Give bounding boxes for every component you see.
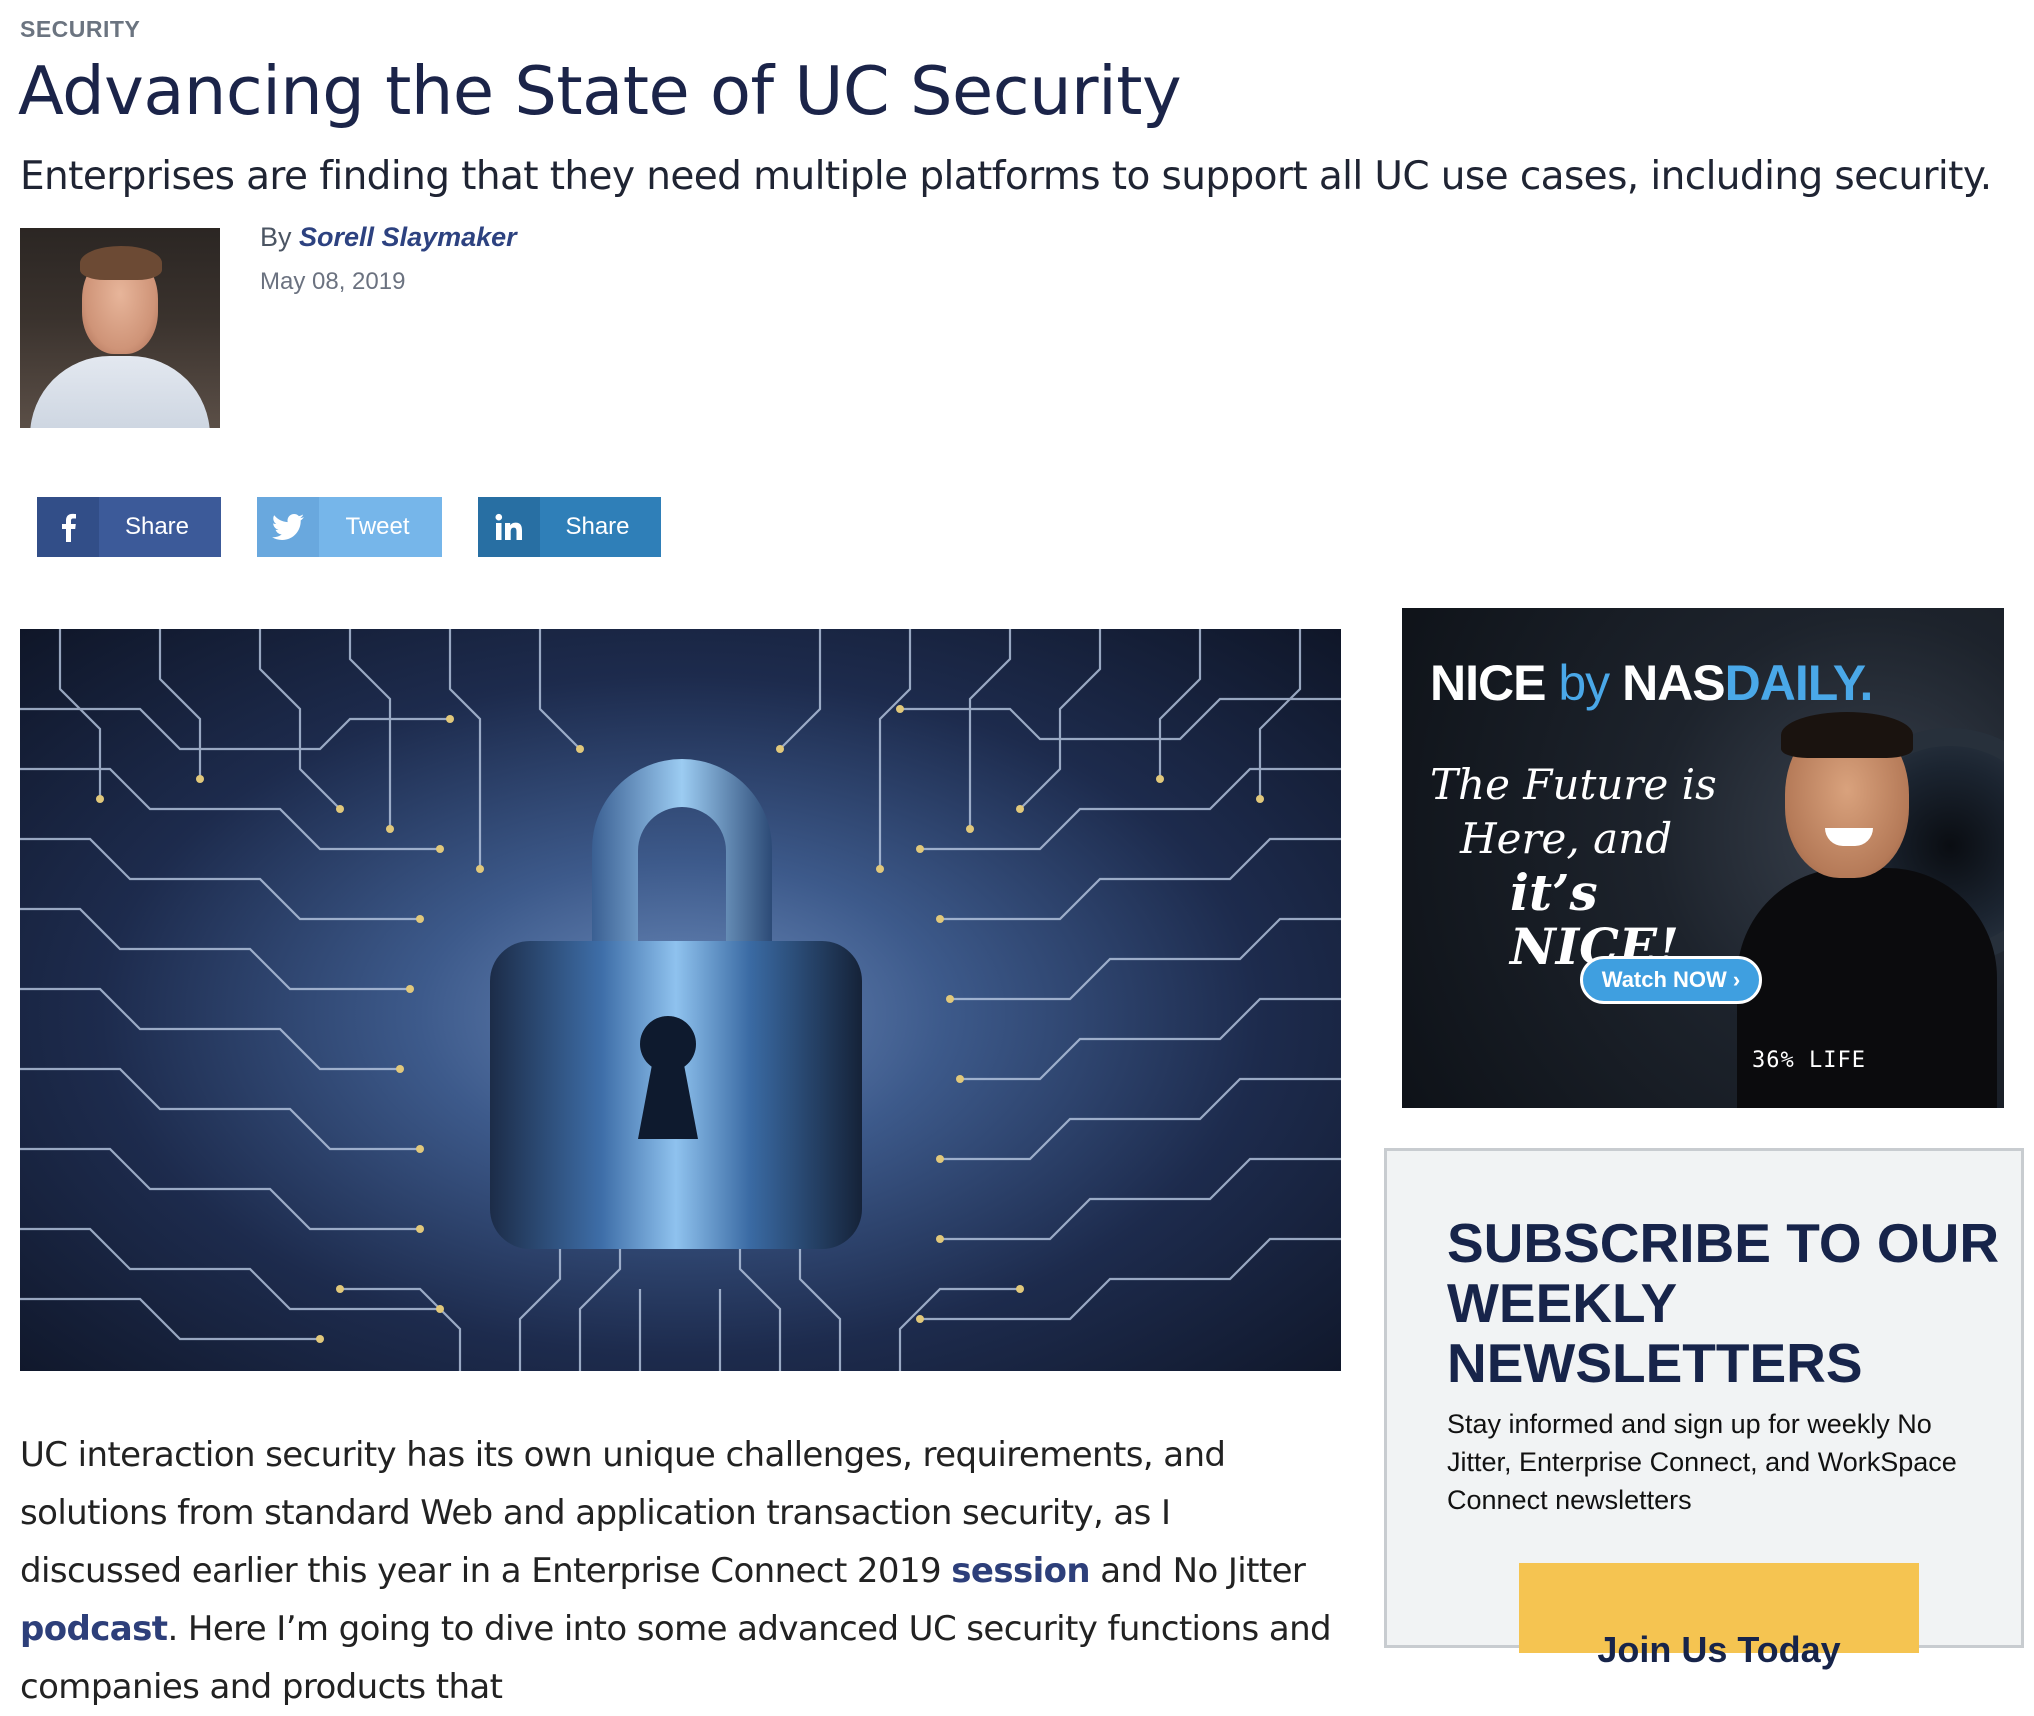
author-link[interactable]: Sorell Slaymaker [299,222,517,252]
twitter-share-button[interactable]: Tweet [257,497,442,557]
newsletter-title: SUBSCRIBE TO OUR WEEKLY NEWSLETTERS [1447,1212,2000,1394]
linkedin-share-label: Share [565,513,630,540]
publish-date: May 08, 2019 [260,268,406,295]
article-body: UC interaction security has its own uniq… [20,1426,1340,1716]
ad-brand-logo: NICE by NASDAILY. [1430,655,1873,711]
article-category[interactable]: SECURITY [20,16,140,43]
facebook-share-label: Share [124,513,190,540]
newsletter-description: Stay informed and sign up for weekly No … [1447,1409,1957,1515]
facebook-icon [37,497,99,557]
circuit-padlock-illustration [20,629,1341,1371]
linkedin-icon [478,497,540,557]
join-us-label: Join Us Today [1597,1629,1841,1670]
session-link[interactable]: session [951,1551,1090,1591]
article-title: Advancing the State of UC Security [18,52,1182,130]
linkedin-share-button[interactable]: Share [478,497,661,557]
advertisement-banner[interactable]: NICE by NASDAILY. The Future is Here, an… [1402,608,2004,1108]
article-subtitle: Enterprises are finding that they need m… [20,154,1992,199]
watch-now-button[interactable]: Watch NOW › [1580,956,1762,1004]
newsletter-signup-box: SUBSCRIBE TO OUR WEEKLY NEWSLETTERS Stay… [1384,1148,2024,1670]
author-avatar[interactable] [20,228,220,428]
hero-image [20,629,1341,1371]
body-text-3: . Here I’m going to dive into some advan… [20,1609,1332,1707]
body-text-2: and No Jitter [1090,1551,1306,1591]
twitter-icon [257,497,319,557]
join-us-button[interactable]: Join Us Today [1519,1563,1919,1670]
facebook-share-button[interactable]: Share [37,497,221,557]
byline-prefix: By [260,222,292,252]
byline: By Sorell Slaymaker [260,222,517,253]
ad-shirt-text: 36% LIFE [1752,1048,1866,1073]
ad-tagline: The Future is Here, and it’s NICE! [1430,760,1717,976]
podcast-link[interactable]: podcast [20,1609,168,1649]
twitter-share-label: Tweet [345,513,410,540]
padlock-icon [490,759,862,1249]
